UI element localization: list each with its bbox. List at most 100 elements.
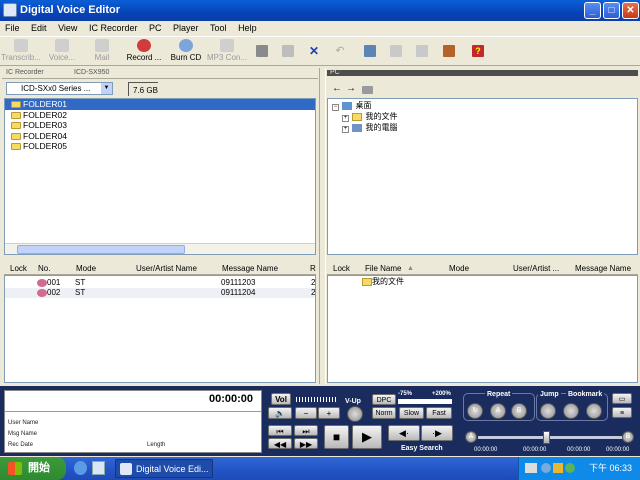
repeat-a-button[interactable]: A	[490, 403, 506, 419]
column-mode[interactable]: Mode	[449, 262, 469, 275]
network-icon[interactable]	[541, 463, 551, 473]
security-shield-icon[interactable]	[553, 463, 563, 473]
volume-up-button[interactable]: +	[318, 407, 340, 419]
minimize-button[interactable]: _	[584, 2, 601, 19]
table-row[interactable]: 001 ST 09111203 2	[5, 278, 315, 288]
folder-item[interactable]: FOLDER02	[5, 110, 315, 121]
repeat-button[interactable]: ↻	[467, 403, 483, 419]
column-no[interactable]: No.	[38, 262, 50, 275]
position-track[interactable]	[478, 436, 624, 439]
start-button[interactable]: 開始	[0, 457, 66, 480]
list-mode-button[interactable]: ≡	[612, 407, 632, 418]
next-track-button[interactable]: ⏭	[294, 425, 318, 436]
end-time: 00:00:00	[606, 447, 630, 453]
menu-pc[interactable]: PC	[145, 21, 166, 36]
column-r[interactable]: R	[310, 262, 316, 275]
taskbar-item-voice-editor[interactable]: Digital Voice Edi...	[115, 459, 213, 478]
fast-forward-button[interactable]: ▶▶	[294, 438, 318, 449]
volume-down-button[interactable]: −	[295, 407, 317, 419]
back-icon[interactable]: ←	[332, 84, 342, 94]
column-user-artist[interactable]: User/Artist Name	[136, 262, 197, 275]
folder-item[interactable]: FOLDER01	[5, 99, 315, 110]
close-button[interactable]: ✕	[622, 2, 639, 19]
transcribe-button[interactable]: Transcrib...	[0, 38, 42, 66]
paste-icon[interactable]	[282, 45, 294, 57]
folder-item[interactable]: FOLDER03	[5, 120, 315, 131]
mp3-label: MP3 Con...	[207, 53, 248, 62]
slow-button[interactable]: Slow	[399, 407, 424, 419]
list-item[interactable]: 我的文件	[328, 277, 637, 287]
tree-node-my-computer[interactable]: + 我的電腦	[342, 123, 397, 133]
menu-ic-recorder[interactable]: IC Recorder	[85, 21, 142, 36]
tree-node-documents[interactable]: + 我的文件	[342, 112, 397, 122]
expand-icon[interactable]: +	[342, 126, 349, 133]
menu-help[interactable]: Help	[234, 21, 261, 36]
column-lock[interactable]: Lock	[333, 262, 350, 275]
mail-button[interactable]: Mail	[86, 38, 118, 66]
dpc-button[interactable]: DPC	[372, 394, 396, 405]
move-icon[interactable]	[416, 45, 428, 57]
mute-button[interactable]: 🔈	[268, 407, 292, 419]
scrollbar-thumb[interactable]	[17, 245, 185, 254]
pane-splitter[interactable]	[319, 68, 326, 384]
column-mode[interactable]: Mode	[76, 262, 96, 275]
properties-icon[interactable]	[364, 45, 376, 57]
volume-meter[interactable]	[296, 397, 336, 402]
column-message-name[interactable]: Message Name	[575, 262, 631, 275]
menu-view[interactable]: View	[54, 21, 81, 36]
capacity-meter: 7.6 GB	[128, 82, 158, 96]
menu-edit[interactable]: Edit	[27, 21, 51, 36]
volume-tray-icon[interactable]	[565, 463, 575, 473]
column-file-name[interactable]: File Name	[365, 262, 401, 275]
play-button[interactable]: ▶	[352, 425, 382, 449]
menu-player[interactable]: Player	[169, 21, 203, 36]
vup-button[interactable]	[347, 406, 363, 422]
column-user-artist[interactable]: User/Artist ...	[513, 262, 559, 275]
show-desktop-icon[interactable]	[92, 461, 105, 475]
repeat-b-button[interactable]: B	[511, 403, 527, 419]
mp3-convert-button[interactable]: MP3 Con...	[207, 38, 247, 66]
jump-button[interactable]	[540, 403, 556, 419]
dpc-speed-slider[interactable]	[398, 399, 452, 404]
folder-icon[interactable]	[390, 45, 402, 57]
toolbox-icon[interactable]	[443, 45, 455, 57]
display-mode-button[interactable]: ▭	[612, 393, 632, 404]
keyboard-icon[interactable]	[525, 463, 537, 473]
expand-icon[interactable]: +	[342, 115, 349, 122]
folder-icon	[11, 143, 21, 150]
horizontal-scrollbar[interactable]	[5, 243, 315, 254]
forward-icon[interactable]: →	[346, 84, 356, 94]
delete-icon[interactable]: ✕	[308, 45, 320, 57]
easy-search-back-button[interactable]: ◀·	[388, 425, 420, 441]
fast-button[interactable]: Fast	[426, 407, 452, 419]
chevron-down-icon[interactable]: ▼	[101, 83, 112, 94]
folder-item[interactable]: FOLDER05	[5, 141, 315, 152]
burn-cd-button[interactable]: Burn CD	[168, 38, 204, 66]
table-row[interactable]: 002 ST 09111204 2	[5, 288, 315, 298]
browser-icon[interactable]	[74, 461, 87, 475]
position-thumb[interactable]	[542, 431, 550, 444]
up-folder-icon[interactable]	[362, 86, 373, 94]
help-icon[interactable]: ?	[472, 45, 484, 57]
tree-node-desktop[interactable]: − 桌面	[332, 101, 371, 111]
voice-button[interactable]: Voice...	[44, 38, 80, 66]
bookmark-add-button[interactable]	[563, 403, 579, 419]
norm-button[interactable]: Norm	[372, 407, 396, 419]
column-message-name[interactable]: Message Name	[222, 262, 278, 275]
device-select[interactable]: ICD-SXx0 Series ... ▼	[6, 82, 113, 95]
previous-track-button[interactable]: ⏮	[268, 425, 292, 436]
copy-icon[interactable]	[256, 45, 268, 57]
rewind-button[interactable]: ◀◀	[268, 438, 292, 449]
maximize-button[interactable]: □	[603, 2, 620, 19]
column-lock[interactable]: Lock	[10, 262, 27, 275]
record-button[interactable]: Record ...	[124, 38, 164, 66]
stop-button[interactable]: ■	[324, 425, 349, 449]
menu-tool[interactable]: Tool	[206, 21, 231, 36]
easy-search-forward-button[interactable]: ·▶	[421, 425, 453, 441]
bookmark-delete-button[interactable]	[586, 403, 602, 419]
folder-item[interactable]: FOLDER04	[5, 131, 315, 142]
menu-file[interactable]: File	[1, 21, 24, 36]
collapse-icon[interactable]: −	[332, 104, 339, 111]
next-icon: ⏭	[302, 427, 310, 436]
undo-icon[interactable]: ↶	[334, 45, 346, 57]
